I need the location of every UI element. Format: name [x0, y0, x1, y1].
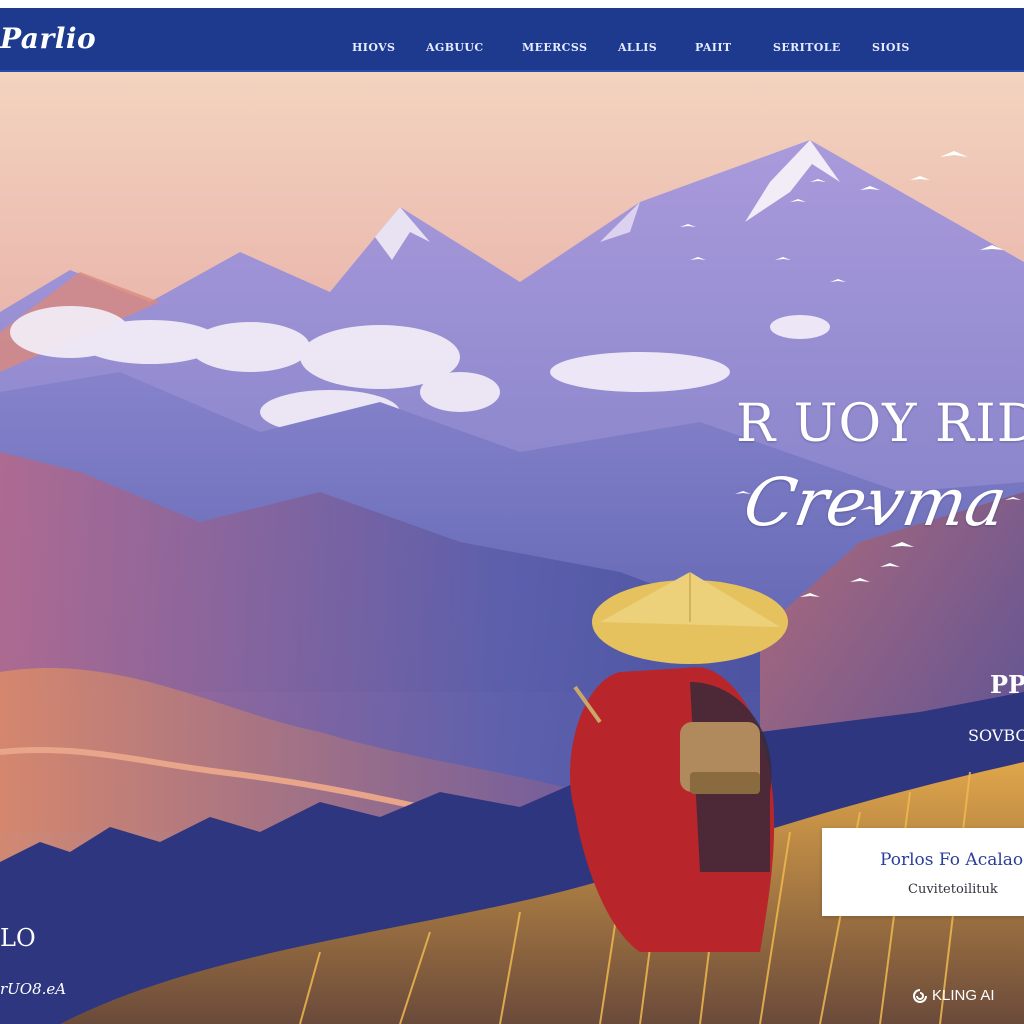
kling-logo-icon — [913, 989, 927, 1003]
side-small-text: SOVBO — [968, 726, 1024, 745]
hero-headline: R UOY RID — [736, 394, 1024, 454]
main-nav: HIOVS AGBUUC MEERCSS ALLIS PAIIT SERITOL… — [0, 8, 1024, 70]
info-card-subtitle: Cuvitetoilituk — [908, 882, 998, 897]
info-card-title: Porlos Fo Acalao — [880, 850, 1024, 870]
hero-banner: R UOY RID Crevma PPE SOVBO Porlos Fo Aca… — [0, 72, 1024, 1024]
nav-item-1[interactable]: HIOVS — [352, 40, 395, 56]
watermark-text: KLING AI — [932, 987, 995, 1004]
top-nav-bar: Parlio HIOVS AGBUUC MEERCSS ALLIS PAIIT … — [0, 8, 1024, 72]
kling-watermark: KLING AI — [912, 986, 995, 1006]
side-label: PPE — [990, 670, 1024, 699]
nav-item-4[interactable]: ALLIS — [618, 40, 657, 56]
info-card[interactable]: Porlos Fo Acalao Cuvitetoilituk — [822, 828, 1024, 916]
nav-item-2[interactable]: AGBUUC — [426, 40, 484, 56]
nav-item-3[interactable]: MEERCSS — [522, 40, 587, 56]
corner-label: LO — [0, 924, 36, 952]
hero-script-title: Crevma — [738, 464, 1013, 541]
corner-caption: rUO8.eA — [0, 980, 67, 998]
traveler-figure — [570, 572, 788, 952]
page: R UOY RID Crevma PPE SOVBO Porlos Fo Aca… — [0, 0, 1024, 1024]
nav-item-6[interactable]: SERITOLE — [773, 40, 841, 56]
nav-item-5[interactable]: PAIIT — [695, 40, 731, 56]
nav-item-7[interactable]: SIOIS — [872, 40, 910, 56]
